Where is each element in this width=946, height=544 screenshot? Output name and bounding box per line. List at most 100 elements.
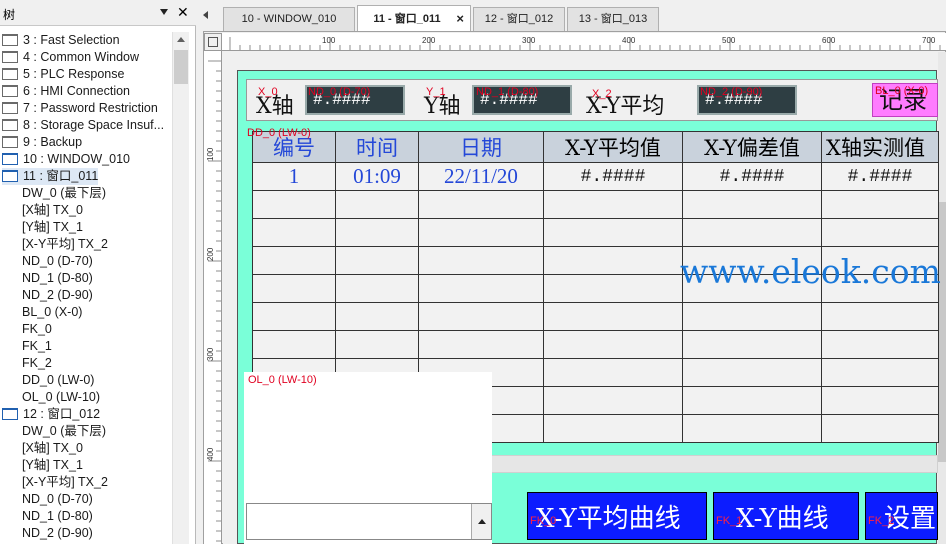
tab-window-010[interactable]: 10 - WINDOW_010 bbox=[223, 7, 355, 31]
function-key-settings[interactable]: FK_2 设置 bbox=[865, 492, 938, 540]
y-axis-text-tag: Y_1 bbox=[426, 86, 446, 98]
table-row[interactable] bbox=[252, 218, 939, 247]
column-header-date: 日期 bbox=[418, 131, 544, 163]
tree-item-label: [Y轴] TX_1 bbox=[22, 220, 83, 234]
tab-window-012[interactable]: 12 - 窗口_012 bbox=[473, 7, 565, 31]
tree-scrollbar[interactable] bbox=[172, 32, 189, 544]
tree-window-item[interactable]: 10 : WINDOW_010 bbox=[2, 151, 130, 168]
document-tab-bar: 10 - WINDOW_010 11 - 窗口_011 × 12 - 窗口_01… bbox=[197, 0, 946, 31]
tree-object-item[interactable]: BL_0 (X-0) bbox=[22, 304, 82, 321]
table-row[interactable] bbox=[252, 302, 939, 331]
tree-item-label: OL_0 (LW-10) bbox=[22, 390, 101, 404]
window-icon bbox=[2, 136, 18, 148]
tree-object-item[interactable]: OL_0 (LW-10) bbox=[22, 389, 100, 406]
function-key-xy-average-curve[interactable]: FK_0 X-Y平均曲线 bbox=[527, 492, 707, 540]
data-display-tag: DD_0 (LW-0) bbox=[247, 127, 311, 139]
tab-label: 10 - WINDOW_010 bbox=[241, 13, 337, 25]
horizontal-ruler-ticks: 100200300400500600700800 bbox=[229, 36, 941, 50]
watermark-text: www.eleok.com bbox=[680, 252, 941, 291]
tree-window-item[interactable]: 3 : Fast Selection bbox=[2, 32, 120, 49]
tree-object-item[interactable]: [X-Y平均] TX_2 bbox=[22, 474, 108, 491]
table-row[interactable] bbox=[252, 190, 939, 219]
scrollbar-thumb[interactable] bbox=[174, 50, 188, 84]
tree-object-item[interactable]: [X轴] TX_0 bbox=[22, 440, 83, 457]
tab-window-011[interactable]: 11 - 窗口_011 × bbox=[357, 5, 471, 31]
tree-object-item[interactable]: DW_0 (最下层) bbox=[22, 185, 106, 202]
function-key-tag: FK_2 bbox=[868, 515, 895, 527]
panel-close-icon[interactable]: ✕ bbox=[177, 4, 189, 21]
tree-window-item[interactable]: 6 : HMI Connection bbox=[2, 83, 130, 100]
tab-close-icon[interactable]: × bbox=[456, 6, 464, 32]
tree-object-item[interactable]: ND_1 (D-80) bbox=[22, 508, 93, 525]
function-key-xy-curve[interactable]: FK_1 X-Y曲线 bbox=[713, 492, 859, 540]
tab-window-013[interactable]: 13 - 窗口_013 bbox=[567, 7, 659, 31]
tree-window-item[interactable]: 4 : Common Window bbox=[2, 49, 139, 66]
tree-item-label: 4 : Common Window bbox=[23, 50, 140, 64]
cell-xy-average: #.#### bbox=[543, 162, 683, 191]
option-list-combo[interactable] bbox=[246, 503, 492, 540]
function-key-label: X-Y平均曲线 bbox=[536, 504, 681, 534]
x-axis-display-tag: ND_0 (D-70) bbox=[308, 86, 371, 98]
scrollbar-thumb[interactable] bbox=[938, 202, 946, 462]
tree-object-item[interactable]: ND_1 (D-80) bbox=[22, 270, 93, 287]
ruler-label: 500 bbox=[722, 36, 736, 45]
tree-object-item[interactable]: [X-Y平均] TX_2 bbox=[22, 236, 108, 253]
tree-item-label: 12 : 窗口_012 bbox=[23, 407, 101, 421]
tree-panel-header: 树 ✕ bbox=[0, 0, 196, 26]
tree-object-item[interactable]: FK_1 bbox=[22, 338, 52, 355]
tree-window-item[interactable]: 12 : 窗口_012 bbox=[2, 406, 100, 423]
tree-item-label: [X轴] TX_0 bbox=[22, 441, 83, 455]
table-cell bbox=[543, 414, 683, 443]
tree-object-item[interactable]: DD_0 (LW-0) bbox=[22, 372, 94, 389]
tree-item-label: ND_1 (D-80) bbox=[22, 509, 93, 523]
tree-window-item[interactable]: 5 : PLC Response bbox=[2, 66, 124, 83]
tree-object-item[interactable]: ND_2 (D-90) bbox=[22, 525, 93, 542]
x-axis-text-tag: X_0 bbox=[258, 86, 278, 98]
table-row[interactable]: 1 01:09 22/11/20 #.#### #.#### #.#### bbox=[252, 162, 939, 191]
column-header-time: 时间 bbox=[335, 131, 419, 163]
table-cell bbox=[821, 386, 939, 415]
tree-item-label: [X-Y平均] TX_2 bbox=[22, 237, 108, 251]
tab-scroll-left-icon[interactable] bbox=[203, 11, 208, 19]
combo-arrow-up-icon[interactable] bbox=[471, 504, 491, 539]
tree-object-item[interactable]: [Y轴] TX_1 bbox=[22, 219, 83, 236]
tree-object-item[interactable]: FK_2 bbox=[22, 355, 52, 372]
panel-menu-chevron-icon[interactable] bbox=[160, 9, 168, 15]
tree-object-item[interactable]: FK_0 bbox=[22, 321, 52, 338]
ruler-label: 100 bbox=[206, 147, 215, 161]
table-cell bbox=[418, 302, 544, 331]
scroll-up-icon[interactable] bbox=[177, 37, 185, 42]
tree-panel-title: 树 bbox=[3, 8, 16, 22]
window-icon bbox=[2, 408, 18, 420]
table-cell bbox=[335, 302, 419, 331]
table-row[interactable] bbox=[252, 330, 939, 359]
table-cell bbox=[682, 190, 822, 219]
table-cell bbox=[335, 190, 419, 219]
xy-average-display-tag: ND_2 (D-90) bbox=[700, 86, 763, 98]
table-cell bbox=[335, 330, 419, 359]
window-icon bbox=[2, 170, 18, 182]
tree-object-item[interactable]: [X轴] TX_0 bbox=[22, 202, 83, 219]
tree-window-item[interactable]: 8 : Storage Space Insuf... bbox=[2, 117, 164, 134]
tree-window-item[interactable]: 7 : Password Restriction bbox=[2, 100, 158, 117]
canvas-vertical-scrollbar[interactable] bbox=[938, 52, 946, 544]
tree-window-item[interactable]: 11 : 窗口_011 bbox=[2, 168, 99, 185]
table-cell bbox=[543, 386, 683, 415]
tree-window-item[interactable]: 9 : Backup bbox=[2, 134, 82, 151]
tree-item-label: ND_0 (D-70) bbox=[22, 254, 93, 268]
record-lamp-tag: BL_0 (X-0) bbox=[875, 85, 929, 97]
tree-item-label: BL_0 (X-0) bbox=[22, 305, 83, 319]
table-cell bbox=[252, 246, 336, 275]
column-header-x-measured: X轴实测值 bbox=[821, 131, 939, 163]
tree-object-item[interactable]: DW_0 (最下层) bbox=[22, 423, 106, 440]
tab-label: 13 - 窗口_013 bbox=[578, 13, 648, 25]
ruler-corner[interactable] bbox=[204, 33, 222, 51]
tree-object-item[interactable]: ND_0 (D-70) bbox=[22, 253, 93, 270]
tree-item-label: DW_0 (最下层) bbox=[22, 186, 107, 200]
tree-item-label: [X-Y平均] TX_2 bbox=[22, 475, 108, 489]
tree-object-item[interactable]: [Y轴] TX_1 bbox=[22, 457, 83, 474]
tree-object-item[interactable]: ND_2 (D-90) bbox=[22, 287, 93, 304]
table-cell bbox=[543, 190, 683, 219]
tree-item-label: ND_2 (D-90) bbox=[22, 526, 93, 540]
tree-object-item[interactable]: ND_0 (D-70) bbox=[22, 491, 93, 508]
